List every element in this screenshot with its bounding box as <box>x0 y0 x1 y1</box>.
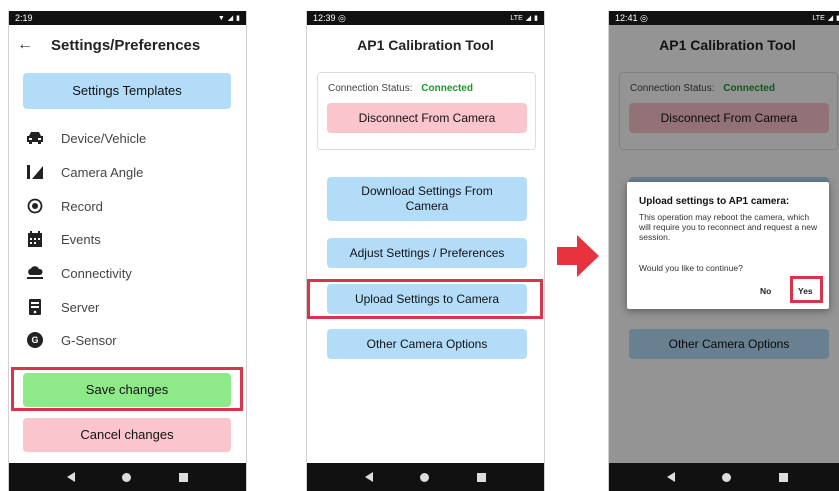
g-sensor-icon: G <box>23 330 47 350</box>
nav-back-icon[interactable] <box>364 472 373 482</box>
menu-item-label: Device/Vehicle <box>61 130 147 146</box>
signal-icon: ◢ <box>227 15 234 22</box>
g-sensor-glyph: G <box>27 332 43 348</box>
nav-bar <box>9 463 246 491</box>
dialog-question: Would you like to continue? <box>639 263 743 273</box>
status-time-group: 12:41 ◎ <box>615 13 648 24</box>
status-time: 2:19 <box>15 13 33 23</box>
location-icon: ◎ <box>338 12 346 23</box>
signal-icon: ◢ <box>525 15 532 22</box>
battery-icon: ▮ <box>236 15 240 22</box>
other-options-button[interactable]: Other Camera Options <box>327 329 527 359</box>
highlight-upload-settings <box>307 279 543 319</box>
status-time: 12:39 <box>313 12 336 23</box>
highlight-save-changes <box>11 367 243 411</box>
menu-item-label: Server <box>61 299 100 315</box>
phone-settings-preferences: 2:19 ▼ ◢ ▮ ← Settings/Preferences Settin… <box>8 11 247 491</box>
nav-recent-icon[interactable] <box>179 472 189 482</box>
status-bar: 12:41 ◎ LTE ◢ ▮ <box>609 11 839 25</box>
menu-item-label: Connectivity <box>61 265 132 281</box>
cancel-changes-button[interactable]: Cancel changes <box>23 418 231 452</box>
back-arrow-icon[interactable]: ← <box>11 36 39 54</box>
wifi-icon: ▼ <box>217 14 225 22</box>
calendar-icon <box>23 229 47 249</box>
phone-upload-dialog: 12:41 ◎ LTE ◢ ▮ AP1 Calibration Tool Con… <box>608 11 839 491</box>
nav-home-icon[interactable] <box>722 472 732 482</box>
nav-back-icon[interactable] <box>66 472 75 482</box>
dialog-message: This operation may reboot the camera, wh… <box>639 212 818 243</box>
menu-item-camera-angle[interactable]: Camera Angle <box>23 156 233 188</box>
record-icon <box>23 196 47 216</box>
app-bar: ← Settings/Preferences <box>9 25 246 65</box>
status-time: 12:41 <box>615 12 638 23</box>
menu-item-connectivity[interactable]: Connectivity <box>23 257 233 289</box>
menu-item-label: Camera Angle <box>61 164 144 180</box>
page-title: AP1 Calibration Tool <box>357 37 494 53</box>
settings-templates-button[interactable]: Settings Templates <box>23 73 231 109</box>
menu-item-device-vehicle[interactable]: Device/Vehicle <box>23 122 233 154</box>
dialog-no-button[interactable]: No <box>760 286 771 296</box>
nav-recent-icon[interactable] <box>477 472 487 482</box>
connection-value: Connected <box>421 83 473 94</box>
upload-confirm-dialog: Upload settings to AP1 camera: This oper… <box>627 182 829 309</box>
menu-item-events[interactable]: Events <box>23 223 233 255</box>
nav-recent-icon[interactable] <box>779 472 789 482</box>
menu-item-server[interactable]: Server <box>23 291 233 323</box>
connection-label: Connection Status: <box>328 83 413 94</box>
menu-item-g-sensor[interactable]: G G-Sensor <box>23 324 233 356</box>
status-icons: ▼ ◢ ▮ <box>217 14 240 23</box>
network-type: LTE <box>510 14 523 22</box>
cloud-icon <box>23 263 47 283</box>
battery-icon: ▮ <box>534 15 538 22</box>
nav-back-icon[interactable] <box>666 472 675 482</box>
nav-bar <box>307 463 544 491</box>
connection-status: Connection Status: Connected <box>328 83 473 94</box>
status-bar: 12:39 ◎ LTE ◢ ▮ <box>307 11 544 25</box>
signal-icon: ◢ <box>827 15 834 22</box>
car-icon <box>23 128 47 148</box>
menu-item-label: Events <box>61 231 101 247</box>
location-icon: ◎ <box>640 12 648 23</box>
download-settings-button[interactable]: Download Settings From Camera <box>327 177 527 221</box>
status-icons: LTE ◢ ▮ <box>812 14 839 23</box>
nav-home-icon[interactable] <box>420 472 430 482</box>
network-type: LTE <box>812 14 825 22</box>
status-icons: LTE ◢ ▮ <box>510 14 538 23</box>
camera-angle-icon <box>23 162 47 182</box>
menu-item-record[interactable]: Record <box>23 190 233 222</box>
page-title: Settings/Preferences <box>51 36 201 54</box>
menu-item-label: Record <box>61 198 103 214</box>
disconnect-button[interactable]: Disconnect From Camera <box>327 103 527 133</box>
menu-item-label: G-Sensor <box>61 332 117 348</box>
adjust-settings-button[interactable]: Adjust Settings / Preferences <box>327 238 527 268</box>
nav-home-icon[interactable] <box>122 472 132 482</box>
next-step-arrow-icon <box>557 235 599 277</box>
connection-card: Connection Status: Connected Disconnect … <box>317 72 536 150</box>
server-icon <box>23 297 47 317</box>
phone-calibration-tool: 12:39 ◎ LTE ◢ ▮ AP1 Calibration Tool Con… <box>306 11 545 491</box>
dialog-title: Upload settings to AP1 camera: <box>639 196 790 207</box>
nav-bar <box>609 463 839 491</box>
status-time-group: 12:39 ◎ <box>313 13 346 24</box>
highlight-yes-button <box>790 276 823 303</box>
status-bar: 2:19 ▼ ◢ ▮ <box>9 11 246 25</box>
